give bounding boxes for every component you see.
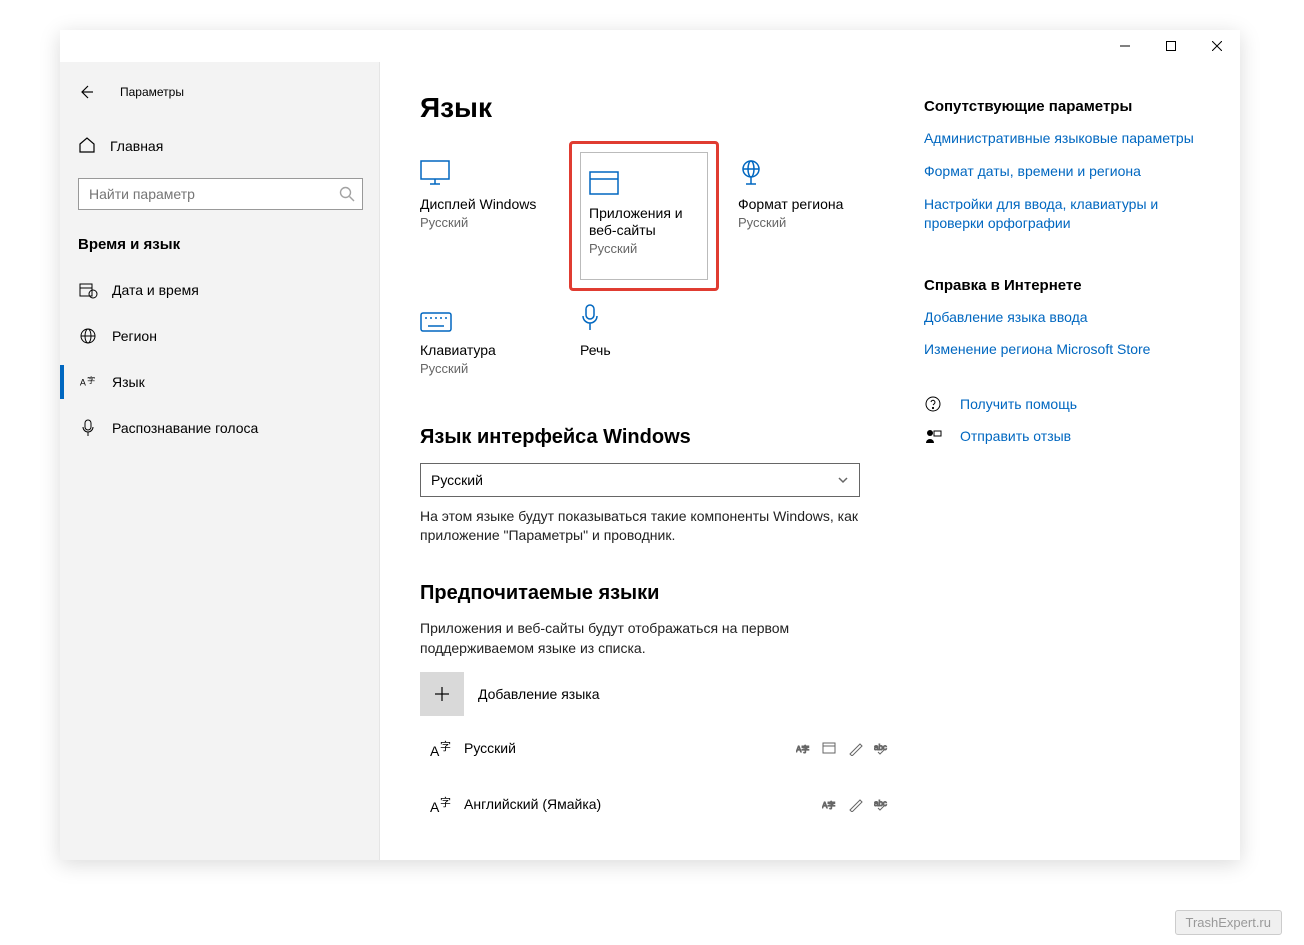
home-icon: [78, 136, 96, 157]
interface-lang-heading: Язык интерфейса Windows: [420, 426, 900, 449]
aside-panel: Сопутствующие параметры Административные…: [900, 92, 1200, 860]
spellcheck-icon: abc: [874, 796, 890, 812]
sidebar-item-region[interactable]: Регион: [60, 313, 379, 359]
svg-text:字: 字: [440, 739, 451, 753]
settings-window: Параметры Главная Время и язык Дата и вр…: [60, 30, 1240, 860]
interface-lang-desc: На этом языке будут показываться такие к…: [420, 507, 860, 546]
nav-label: Распознавание голоса: [112, 420, 258, 436]
globe-stand-icon: [738, 152, 868, 186]
app-title: Параметры: [120, 85, 184, 99]
svg-text:A: A: [80, 378, 86, 388]
watermark: TrashExpert.ru: [1175, 910, 1283, 935]
tile-title: Клавиатура: [420, 342, 550, 359]
related-heading: Сопутствующие параметры: [924, 98, 1200, 115]
get-help-label: Получить помощь: [960, 396, 1077, 412]
tile-windows-display[interactable]: Дисплей Windows Русский: [420, 152, 550, 280]
feedback-link[interactable]: Отправить отзыв: [924, 427, 1200, 445]
tile-sub: Русский: [589, 241, 699, 256]
sidebar: Параметры Главная Время и язык Дата и вр…: [60, 62, 380, 860]
search-icon: [339, 186, 355, 202]
feedback-icon: [924, 427, 948, 445]
keyboard-icon: [420, 298, 550, 332]
browser-icon: [589, 161, 699, 195]
tts-icon: [822, 740, 838, 756]
tile-region-format[interactable]: Формат региона Русский: [738, 152, 868, 280]
link-input-settings[interactable]: Настройки для ввода, клавиатуры и провер…: [924, 195, 1200, 233]
link-date-format[interactable]: Формат даты, времени и региона: [924, 162, 1200, 181]
pref-lang-heading: Предпочитаемые языки: [420, 582, 900, 605]
microphone-icon: [78, 418, 98, 438]
home-label: Главная: [110, 138, 163, 154]
sidebar-item-language[interactable]: A字 Язык: [60, 359, 379, 405]
minimize-button[interactable]: [1102, 30, 1148, 62]
language-entry-english[interactable]: A字 Английский (Ямайка) A字 abc: [420, 780, 900, 828]
plus-icon: [420, 672, 464, 716]
tile-title: Формат региона: [738, 196, 868, 213]
svg-text:A: A: [430, 799, 440, 815]
tile-speech[interactable]: Речь: [580, 298, 710, 376]
sidebar-item-speech[interactable]: Распознавание голоса: [60, 405, 379, 451]
get-help-link[interactable]: Получить помощь: [924, 395, 1200, 413]
link-add-input-lang[interactable]: Добавление языка ввода: [924, 308, 1200, 327]
handwriting-icon: [848, 796, 864, 812]
tile-apps-websites[interactable]: Приложения и веб-сайты Русский: [569, 141, 719, 291]
monitor-icon: [420, 152, 550, 186]
tile-title: Дисплей Windows: [420, 196, 550, 213]
calendar-icon: [78, 280, 98, 300]
chevron-down-icon: [837, 474, 849, 486]
section-heading: Время и язык: [60, 228, 379, 267]
add-language-button[interactable]: Добавление языка: [420, 672, 900, 716]
language-features: A字 abc: [822, 796, 900, 812]
svg-text:字: 字: [440, 795, 451, 809]
link-admin-lang[interactable]: Административные языковые параметры: [924, 129, 1200, 148]
display-lang-icon: A字: [822, 796, 838, 812]
tile-sub: Русский: [738, 215, 868, 230]
pref-lang-desc: Приложения и веб-сайты будут отображатьс…: [420, 619, 860, 658]
svg-text:字: 字: [87, 375, 95, 385]
sidebar-item-datetime[interactable]: Дата и время: [60, 267, 379, 313]
language-name: Английский (Ямайка): [464, 796, 822, 812]
svg-text:A: A: [430, 743, 440, 759]
title-bar: [60, 30, 1240, 62]
handwriting-icon: [848, 740, 864, 756]
tile-sub: Русский: [420, 361, 550, 376]
add-language-label: Добавление языка: [478, 686, 600, 702]
language-icon: A字: [78, 372, 98, 392]
svg-text:abc: abc: [874, 743, 887, 752]
select-value: Русский: [431, 472, 483, 488]
maximize-button[interactable]: [1148, 30, 1194, 62]
close-button[interactable]: [1194, 30, 1240, 62]
language-name: Русский: [464, 740, 796, 756]
microphone-icon: [580, 298, 710, 332]
nav-label: Регион: [112, 328, 157, 344]
search-input[interactable]: [78, 178, 363, 210]
svg-text:A字: A字: [822, 800, 835, 810]
tile-keyboard[interactable]: Клавиатура Русский: [420, 298, 550, 376]
link-change-store-region[interactable]: Изменение региона Microsoft Store: [924, 340, 1200, 359]
help-icon: [924, 395, 948, 413]
tile-title: Приложения и веб-сайты: [589, 205, 699, 239]
nav-label: Язык: [112, 374, 145, 390]
spellcheck-icon: abc: [874, 740, 890, 756]
feedback-label: Отправить отзыв: [960, 428, 1071, 444]
language-glyph-icon: A字: [420, 736, 464, 760]
help-heading: Справка в Интернете: [924, 277, 1200, 294]
globe-icon: [78, 326, 98, 346]
main-content: Язык Дисплей Windows Русский Приложения …: [420, 92, 900, 860]
language-entry-russian[interactable]: A字 Русский A字 abc: [420, 724, 900, 772]
tile-title: Речь: [580, 342, 710, 359]
nav-label: Дата и время: [112, 282, 199, 298]
back-button[interactable]: [78, 84, 94, 100]
display-lang-icon: A字: [796, 740, 812, 756]
svg-text:abc: abc: [874, 799, 887, 808]
language-glyph-icon: A字: [420, 792, 464, 816]
svg-text:A字: A字: [796, 744, 809, 754]
language-features: A字 abc: [796, 740, 900, 756]
interface-lang-select[interactable]: Русский: [420, 463, 860, 497]
page-title: Язык: [420, 92, 900, 124]
home-nav[interactable]: Главная: [60, 126, 379, 166]
tile-sub: Русский: [420, 215, 550, 230]
